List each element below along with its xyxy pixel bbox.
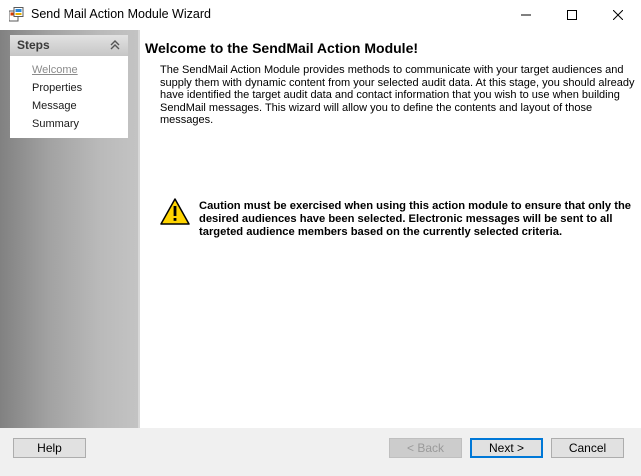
steps-panel: Steps Welcome Properties Message Summary xyxy=(10,35,128,138)
sidebar-divider xyxy=(138,30,140,428)
step-welcome[interactable]: Welcome xyxy=(32,64,78,76)
window-title: Send Mail Action Module Wizard xyxy=(31,7,211,21)
warning-icon xyxy=(160,198,190,225)
close-button[interactable] xyxy=(595,0,641,30)
maximize-button[interactable] xyxy=(549,0,595,30)
page-title: Welcome to the SendMail Action Module! xyxy=(145,40,419,56)
title-bar: Send Mail Action Module Wizard xyxy=(0,0,641,30)
chevrons-up-icon[interactable] xyxy=(109,39,121,51)
step-message[interactable]: Message xyxy=(32,100,77,112)
minimize-icon xyxy=(521,14,531,16)
intro-text: The SendMail Action Module provides meth… xyxy=(160,64,635,127)
back-button[interactable]: < Back xyxy=(389,438,462,458)
cancel-button[interactable]: Cancel xyxy=(551,438,624,458)
step-properties[interactable]: Properties xyxy=(32,82,82,94)
caution-message: Caution must be exercised when using thi… xyxy=(199,200,632,238)
app-icon xyxy=(9,7,24,22)
next-button[interactable]: Next > xyxy=(470,438,543,458)
button-bar xyxy=(0,428,641,476)
steps-header[interactable]: Steps xyxy=(10,35,128,56)
maximize-icon xyxy=(567,10,577,20)
steps-title: Steps xyxy=(17,38,50,52)
step-summary[interactable]: Summary xyxy=(32,118,79,130)
minimize-button[interactable] xyxy=(503,0,549,30)
close-icon xyxy=(613,10,623,20)
help-button[interactable]: Help xyxy=(13,438,86,458)
